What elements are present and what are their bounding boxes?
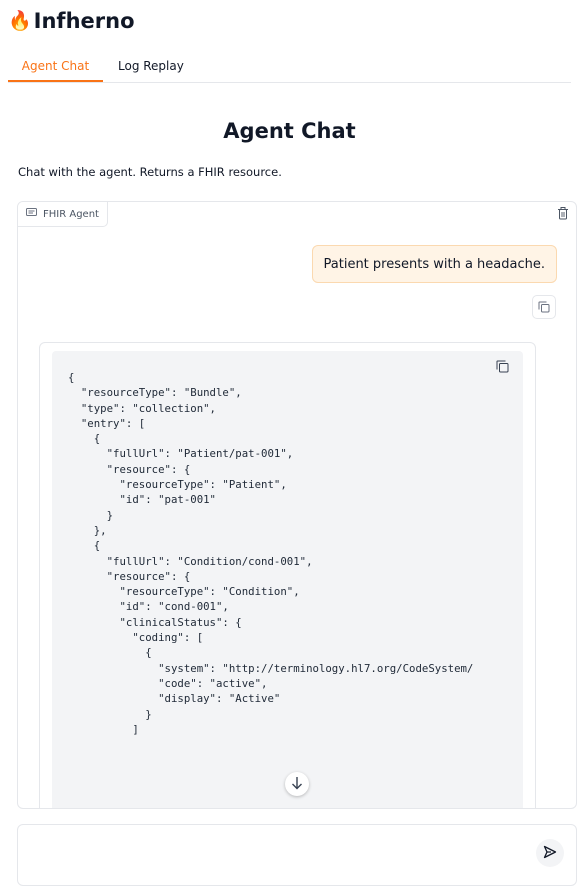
message-input[interactable] (28, 835, 522, 869)
assistant-message: { "resourceType": "Bundle", "type": "col… (39, 342, 536, 808)
page-description: Chat with the agent. Returns a FHIR reso… (18, 165, 282, 179)
scroll-to-bottom-button[interactable] (285, 772, 309, 796)
copy-icon (496, 358, 509, 377)
app-header: 🔥 Infherno (8, 6, 135, 36)
tab-agent-chat[interactable]: Agent Chat (8, 56, 103, 82)
message-input-box (17, 824, 577, 886)
app-title: Infherno (33, 9, 135, 33)
copy-message-button[interactable] (532, 295, 556, 319)
copy-code-button[interactable] (493, 358, 511, 376)
flame-icon: 🔥 (8, 9, 32, 32)
arrow-down-icon (291, 775, 303, 794)
trash-icon (557, 205, 569, 224)
chatbot-panel: FHIR Agent Patient presents with a heada… (17, 201, 577, 809)
user-message: Patient presents with a headache. (311, 245, 557, 283)
send-icon (543, 844, 557, 863)
send-button[interactable] (536, 839, 564, 867)
chat-icon (26, 207, 37, 221)
clear-chat-button[interactable] (554, 205, 572, 223)
page-title: Agent Chat (223, 119, 356, 143)
tab-bar: Agent Chat Log Replay (8, 56, 571, 83)
code-block: { "resourceType": "Bundle", "type": "col… (52, 351, 523, 808)
chatbot-label-text: FHIR Agent (43, 208, 99, 220)
copy-icon (538, 298, 550, 317)
chatbot-label: FHIR Agent (18, 202, 108, 227)
tab-log-replay[interactable]: Log Replay (118, 56, 184, 80)
fhir-json-output: { "resourceType": "Bundle", "type": "col… (68, 371, 474, 736)
